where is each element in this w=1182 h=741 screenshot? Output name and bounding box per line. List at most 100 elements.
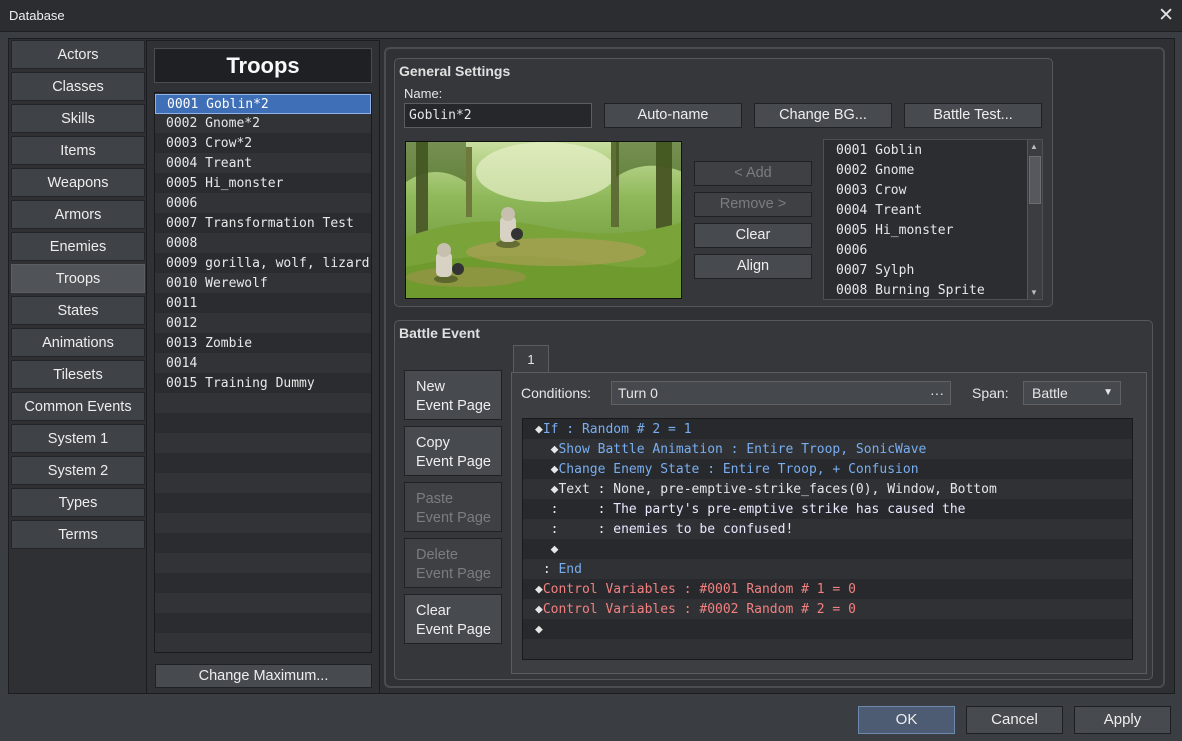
copy-event-page-label-2: Event Page bbox=[416, 454, 491, 470]
clear-enemies-button[interactable]: Clear bbox=[694, 223, 812, 248]
event-command-row[interactable]: ◆Change Enemy State : Entire Troop, + Co… bbox=[535, 460, 919, 480]
troop-name-input[interactable]: Goblin*2 bbox=[404, 103, 592, 128]
troop-list-item[interactable]: 0008 bbox=[155, 234, 371, 254]
general-settings-title: General Settings bbox=[399, 63, 511, 79]
new-event-page-button[interactable]: New Event Page bbox=[404, 370, 502, 420]
clear-event-page-button[interactable]: Clear Event Page bbox=[404, 594, 502, 644]
conditions-field[interactable]: Turn 0 ··· bbox=[611, 381, 951, 405]
battle-test-button[interactable]: Battle Test... bbox=[904, 103, 1042, 128]
troop-list-item[interactable]: 0005 Hi_monster bbox=[155, 174, 371, 194]
enemy-list-item[interactable]: 0006 bbox=[824, 241, 1027, 261]
troop-list-item[interactable]: 0013 Zombie bbox=[155, 334, 371, 354]
troop-list-item[interactable]: 0006 bbox=[155, 194, 371, 214]
ok-button[interactable]: OK bbox=[858, 706, 955, 734]
remove-enemy-button[interactable]: Remove > bbox=[694, 192, 812, 217]
troop-list-item[interactable]: 0001 Goblin*2 bbox=[155, 94, 371, 114]
event-command-row[interactable]: ◆If : Random # 2 = 1 bbox=[535, 420, 692, 440]
category-classes[interactable]: Classes bbox=[11, 72, 145, 101]
enemy-list-item[interactable]: 0002 Gnome bbox=[824, 161, 1027, 181]
cancel-button[interactable]: Cancel bbox=[966, 706, 1063, 734]
event-command-row[interactable]: ◆Control Variables : #0001 Random # 1 = … bbox=[535, 580, 856, 600]
apply-button[interactable]: Apply bbox=[1074, 706, 1171, 734]
category-system-2[interactable]: System 2 bbox=[11, 456, 145, 485]
troop-list-item[interactable]: 0003 Crow*2 bbox=[155, 134, 371, 154]
clear-event-page-label-2: Event Page bbox=[416, 622, 491, 638]
align-enemies-button[interactable]: Align bbox=[694, 254, 812, 279]
conditions-value: Turn 0 bbox=[618, 385, 658, 401]
event-command-row[interactable]: ◆ bbox=[535, 540, 559, 560]
scroll-up-icon[interactable]: ▲ bbox=[1030, 142, 1038, 151]
close-icon[interactable]: ✕ bbox=[1158, 4, 1174, 27]
command-name: End bbox=[558, 562, 582, 577]
troop-list-item[interactable]: 0015 Training Dummy bbox=[155, 374, 371, 394]
troop-list-item[interactable]: 0012 bbox=[155, 314, 371, 334]
change-bg-button[interactable]: Change BG... bbox=[754, 103, 892, 128]
troop-list[interactable]: 0001 Goblin*2 0002 Gnome*2 0003 Crow*2 0004… bbox=[154, 92, 372, 653]
troop-list-item[interactable]: 0007 Transformation Test bbox=[155, 214, 371, 234]
enemy-list-item[interactable]: 0008 Burning Sprite bbox=[824, 281, 1027, 299]
span-select[interactable]: Battle ▼ bbox=[1023, 381, 1121, 405]
event-command-row[interactable]: : End bbox=[535, 560, 582, 580]
event-command-row[interactable]: : : enemies to be confused! bbox=[535, 520, 794, 540]
battle-event-title: Battle Event bbox=[399, 325, 480, 341]
enemy-list-item[interactable]: 0007 Sylph bbox=[824, 261, 1027, 281]
delete-event-page-button[interactable]: Delete Event Page bbox=[404, 538, 502, 588]
new-event-page-label-1: New bbox=[416, 379, 446, 395]
enemy-list-item[interactable]: 0005 Hi_monster bbox=[824, 221, 1027, 241]
more-options-icon[interactable]: ··· bbox=[930, 382, 944, 404]
command-indent: : bbox=[535, 522, 598, 537]
copy-event-page-button[interactable]: Copy Event Page bbox=[404, 426, 502, 476]
new-event-page-label-2: Event Page bbox=[416, 398, 491, 414]
command-indent: ◆ bbox=[535, 482, 559, 497]
enemy-list-item[interactable]: 0003 Crow bbox=[824, 181, 1027, 201]
auto-name-button[interactable]: Auto-name bbox=[604, 103, 742, 128]
event-command-row[interactable]: ◆Show Battle Animation : Entire Troop, S… bbox=[535, 440, 927, 460]
category-enemies[interactable]: Enemies bbox=[11, 232, 145, 261]
category-animations[interactable]: Animations bbox=[11, 328, 145, 357]
enemy-list-item[interactable]: 0004 Treant bbox=[824, 201, 1027, 221]
event-command-list[interactable]: ◆If : Random # 2 = 1 ◆Show Battle Animat… bbox=[522, 418, 1133, 660]
category-common-events[interactable]: Common Events bbox=[11, 392, 145, 421]
category-items[interactable]: Items bbox=[11, 136, 145, 165]
category-states[interactable]: States bbox=[11, 296, 145, 325]
event-command-row[interactable]: ◆Text : None, pre-emptive-strike_faces(0… bbox=[535, 480, 997, 500]
troop-list-item[interactable]: 0009 gorilla, wolf, lizard bbox=[155, 254, 371, 274]
scroll-thumb[interactable] bbox=[1029, 156, 1041, 204]
enemy-list-scrollbar[interactable]: ▲ ▼ bbox=[1027, 140, 1042, 299]
span-value: Battle bbox=[1032, 385, 1068, 401]
category-system-1[interactable]: System 1 bbox=[11, 424, 145, 453]
command-params: : #0001 Random # 1 = 0 bbox=[675, 582, 856, 597]
enemy-list-item[interactable]: 0001 Goblin bbox=[824, 141, 1027, 161]
battle-background-preview[interactable] bbox=[405, 141, 682, 299]
event-page-tab-1[interactable]: 1 bbox=[513, 345, 549, 373]
troop-list-item[interactable]: 0014 bbox=[155, 354, 371, 374]
category-troops[interactable]: Troops bbox=[11, 264, 145, 293]
command-name: Show Battle Animation bbox=[558, 442, 723, 457]
troop-list-item[interactable]: 0004 Treant bbox=[155, 154, 371, 174]
command-indent: : bbox=[535, 562, 559, 577]
troop-list-item[interactable]: 0010 Werewolf bbox=[155, 274, 371, 294]
enemy-list[interactable]: ▲ ▼ 0001 Goblin 0002 Gnome 0003 Crow 0004 T… bbox=[823, 139, 1043, 300]
event-command-row[interactable]: : : The party's pre-emptive strike has c… bbox=[535, 500, 966, 520]
command-name: If bbox=[542, 422, 559, 437]
troop-list-item[interactable]: 0011 bbox=[155, 294, 371, 314]
category-actors[interactable]: Actors bbox=[11, 40, 145, 69]
add-enemy-button[interactable]: < Add bbox=[694, 161, 812, 186]
event-command-row[interactable]: ◆Control Variables : #0002 Random # 2 = … bbox=[535, 600, 856, 620]
scroll-down-icon[interactable]: ▼ bbox=[1030, 288, 1038, 297]
category-skills[interactable]: Skills bbox=[11, 104, 145, 133]
command-params: : enemies to be confused! bbox=[597, 522, 794, 537]
clear-event-page-label-1: Clear bbox=[416, 603, 451, 619]
troop-list-item[interactable]: 0002 Gnome*2 bbox=[155, 114, 371, 134]
category-types[interactable]: Types bbox=[11, 488, 145, 517]
category-terms[interactable]: Terms bbox=[11, 520, 145, 549]
paste-event-page-button[interactable]: Paste Event Page bbox=[404, 482, 502, 532]
category-armors[interactable]: Armors bbox=[11, 200, 145, 229]
category-tilesets[interactable]: Tilesets bbox=[11, 360, 145, 389]
command-params: : The party's pre-emptive strike has cau… bbox=[597, 502, 966, 517]
change-maximum-button[interactable]: Change Maximum... bbox=[155, 664, 372, 688]
delete-event-page-label-1: Delete bbox=[416, 547, 458, 563]
command-params: : Entire Troop, SonicWave bbox=[722, 442, 927, 457]
category-weapons[interactable]: Weapons bbox=[11, 168, 145, 197]
event-command-row[interactable]: ◆ bbox=[535, 620, 543, 640]
